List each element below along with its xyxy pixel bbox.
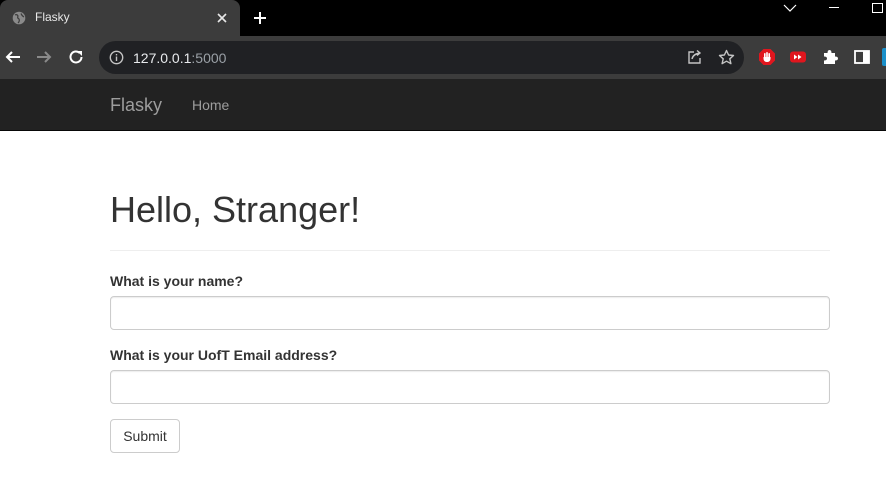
tab-title: Flasky xyxy=(35,10,70,24)
submit-button[interactable]: Submit xyxy=(110,419,180,453)
globe-icon xyxy=(12,11,26,25)
forward-arrow-icon[interactable] xyxy=(35,48,53,66)
url-port: :5000 xyxy=(191,50,227,66)
minimize-icon[interactable] xyxy=(822,0,846,20)
name-label: What is your name? xyxy=(110,273,244,289)
star-icon[interactable] xyxy=(718,49,735,66)
browser-tab-strip: Flasky xyxy=(0,0,886,36)
info-icon[interactable] xyxy=(109,50,124,65)
maximize-icon[interactable] xyxy=(868,0,886,20)
youtube-icon[interactable] xyxy=(789,48,807,66)
back-arrow-icon[interactable] xyxy=(4,48,22,66)
url-host: 127.0.0.1 xyxy=(133,50,192,66)
address-bar[interactable]: 127.0.0.1:5000 xyxy=(99,41,744,74)
url-text[interactable]: 127.0.0.1:5000 xyxy=(133,50,226,66)
stop-hand-icon[interactable] xyxy=(758,48,776,66)
page-header: Hello, Stranger! xyxy=(110,190,830,251)
reload-icon[interactable] xyxy=(67,48,85,66)
browser-tab[interactable]: Flasky xyxy=(0,0,240,36)
navbar-brand[interactable]: Flasky xyxy=(110,95,162,116)
email-label: What is your UofT Email address? xyxy=(110,347,338,363)
puzzle-icon[interactable] xyxy=(821,48,839,66)
email-input[interactable] xyxy=(110,370,830,404)
page-title: Hello, Stranger! xyxy=(110,189,361,230)
browser-toolbar: 127.0.0.1:5000 xyxy=(0,36,886,79)
close-icon[interactable] xyxy=(214,10,230,26)
name-input[interactable] xyxy=(110,296,830,330)
share-icon[interactable] xyxy=(686,49,703,66)
app-navbar: Flasky Home xyxy=(0,79,886,131)
plus-icon[interactable] xyxy=(252,10,268,26)
nav-link-home[interactable]: Home xyxy=(192,97,229,113)
chevron-down-icon[interactable] xyxy=(778,0,802,20)
side-panel-icon[interactable] xyxy=(853,48,871,66)
extension-edge[interactable] xyxy=(882,48,886,66)
